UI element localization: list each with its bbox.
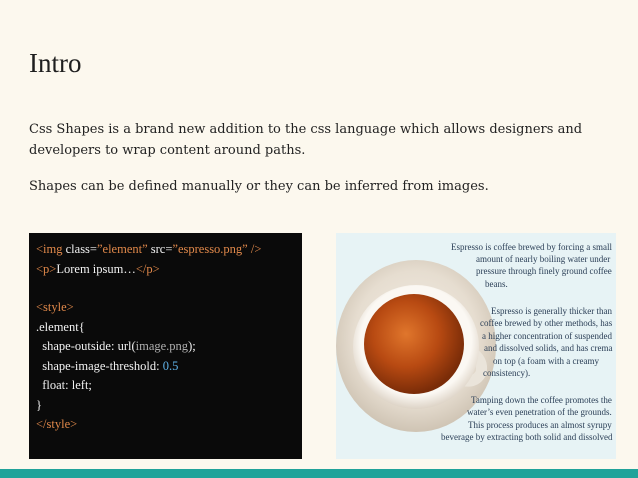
espresso-image-demo: Espresso is coffee brewed by forcing a s… [336, 233, 616, 459]
code-token: <style> [36, 300, 74, 314]
intro-paragraph: Css Shapes is a brand new addition to th… [29, 119, 619, 161]
code-token: class= [62, 242, 97, 256]
code-token: ”espresso.png” [172, 242, 248, 256]
code-line-p: <p>Lorem ipsum…</p> [36, 260, 302, 280]
code-token: ); [188, 339, 196, 353]
code-token: <p> [36, 261, 57, 276]
wrapped-text-line: Espresso is coffee brewed by forcing a s… [451, 242, 613, 252]
wrapped-text-line: on top (a foam with a creamy [493, 356, 599, 366]
code-token: <img [36, 242, 63, 256]
code-line-threshold: shape-image-threshold: 0.5 [36, 357, 302, 377]
code-token: float: left; [36, 378, 92, 392]
wrapped-text-line: water’s even penetration of the grounds. [467, 407, 612, 417]
code-token: /> [247, 242, 262, 256]
wrapped-text-line: coffee brewed by other methods, has [480, 318, 613, 328]
wrapped-text-line: This process produces an almost syrupy [468, 420, 612, 430]
code-line-style-open: <style> [36, 298, 302, 318]
wrapped-text-line: consistency). [483, 368, 531, 378]
code-line-shape-outside: shape-outside: url(image.png); [36, 337, 302, 357]
accent-bar [0, 469, 638, 478]
code-token: shape-outside: url( [36, 339, 136, 353]
intro-paragraph-line-2: developers to wrap content around paths. [29, 143, 306, 158]
code-token: 0.5 [162, 358, 179, 373]
code-token: shape-image-threshold: [36, 358, 163, 373]
slide-title: Intro [29, 48, 82, 78]
code-token: ”element” [96, 242, 148, 256]
code-token: image.png [135, 339, 189, 353]
wrapped-text-line: amount of nearly boiling water under [476, 254, 611, 264]
code-line-float: float: left; [36, 376, 302, 396]
wrapped-text-line: beverage by extracting both solid and di… [441, 432, 613, 442]
wrapped-text-line: and dissolved solids, and has crema [484, 343, 613, 353]
wrapped-text-line: beans. [485, 279, 508, 289]
wrapped-text-line: a higher concentration of suspended [482, 331, 612, 341]
code-token: } [36, 397, 42, 412]
wrapped-text-line: Espresso is generally thicker than [491, 306, 612, 316]
wrapped-text-line: pressure through finely ground coffee [476, 266, 612, 276]
intro-paragraph-line-1: Css Shapes is a brand new addition to th… [29, 122, 583, 137]
code-token: </style> [36, 417, 78, 431]
code-token: </p> [135, 261, 160, 276]
code-snippet: <img class=”element” src=”espresso.png” … [29, 233, 302, 459]
code-line-style-close: </style> [36, 415, 302, 435]
code-token: .element{ [36, 319, 85, 334]
wrapped-text-line: Tamping down the coffee promotes the [471, 395, 612, 405]
coffee-crema-shape [364, 294, 464, 394]
code-line-img: <img class=”element” src=”espresso.png” … [36, 240, 302, 260]
code-line-close-brace: } [36, 396, 302, 416]
shapes-paragraph: Shapes can be defined manually or they c… [29, 179, 489, 194]
code-token: src= [147, 242, 173, 256]
code-token: Lorem ipsum… [56, 261, 136, 276]
code-line-selector: .element{ [36, 318, 302, 338]
